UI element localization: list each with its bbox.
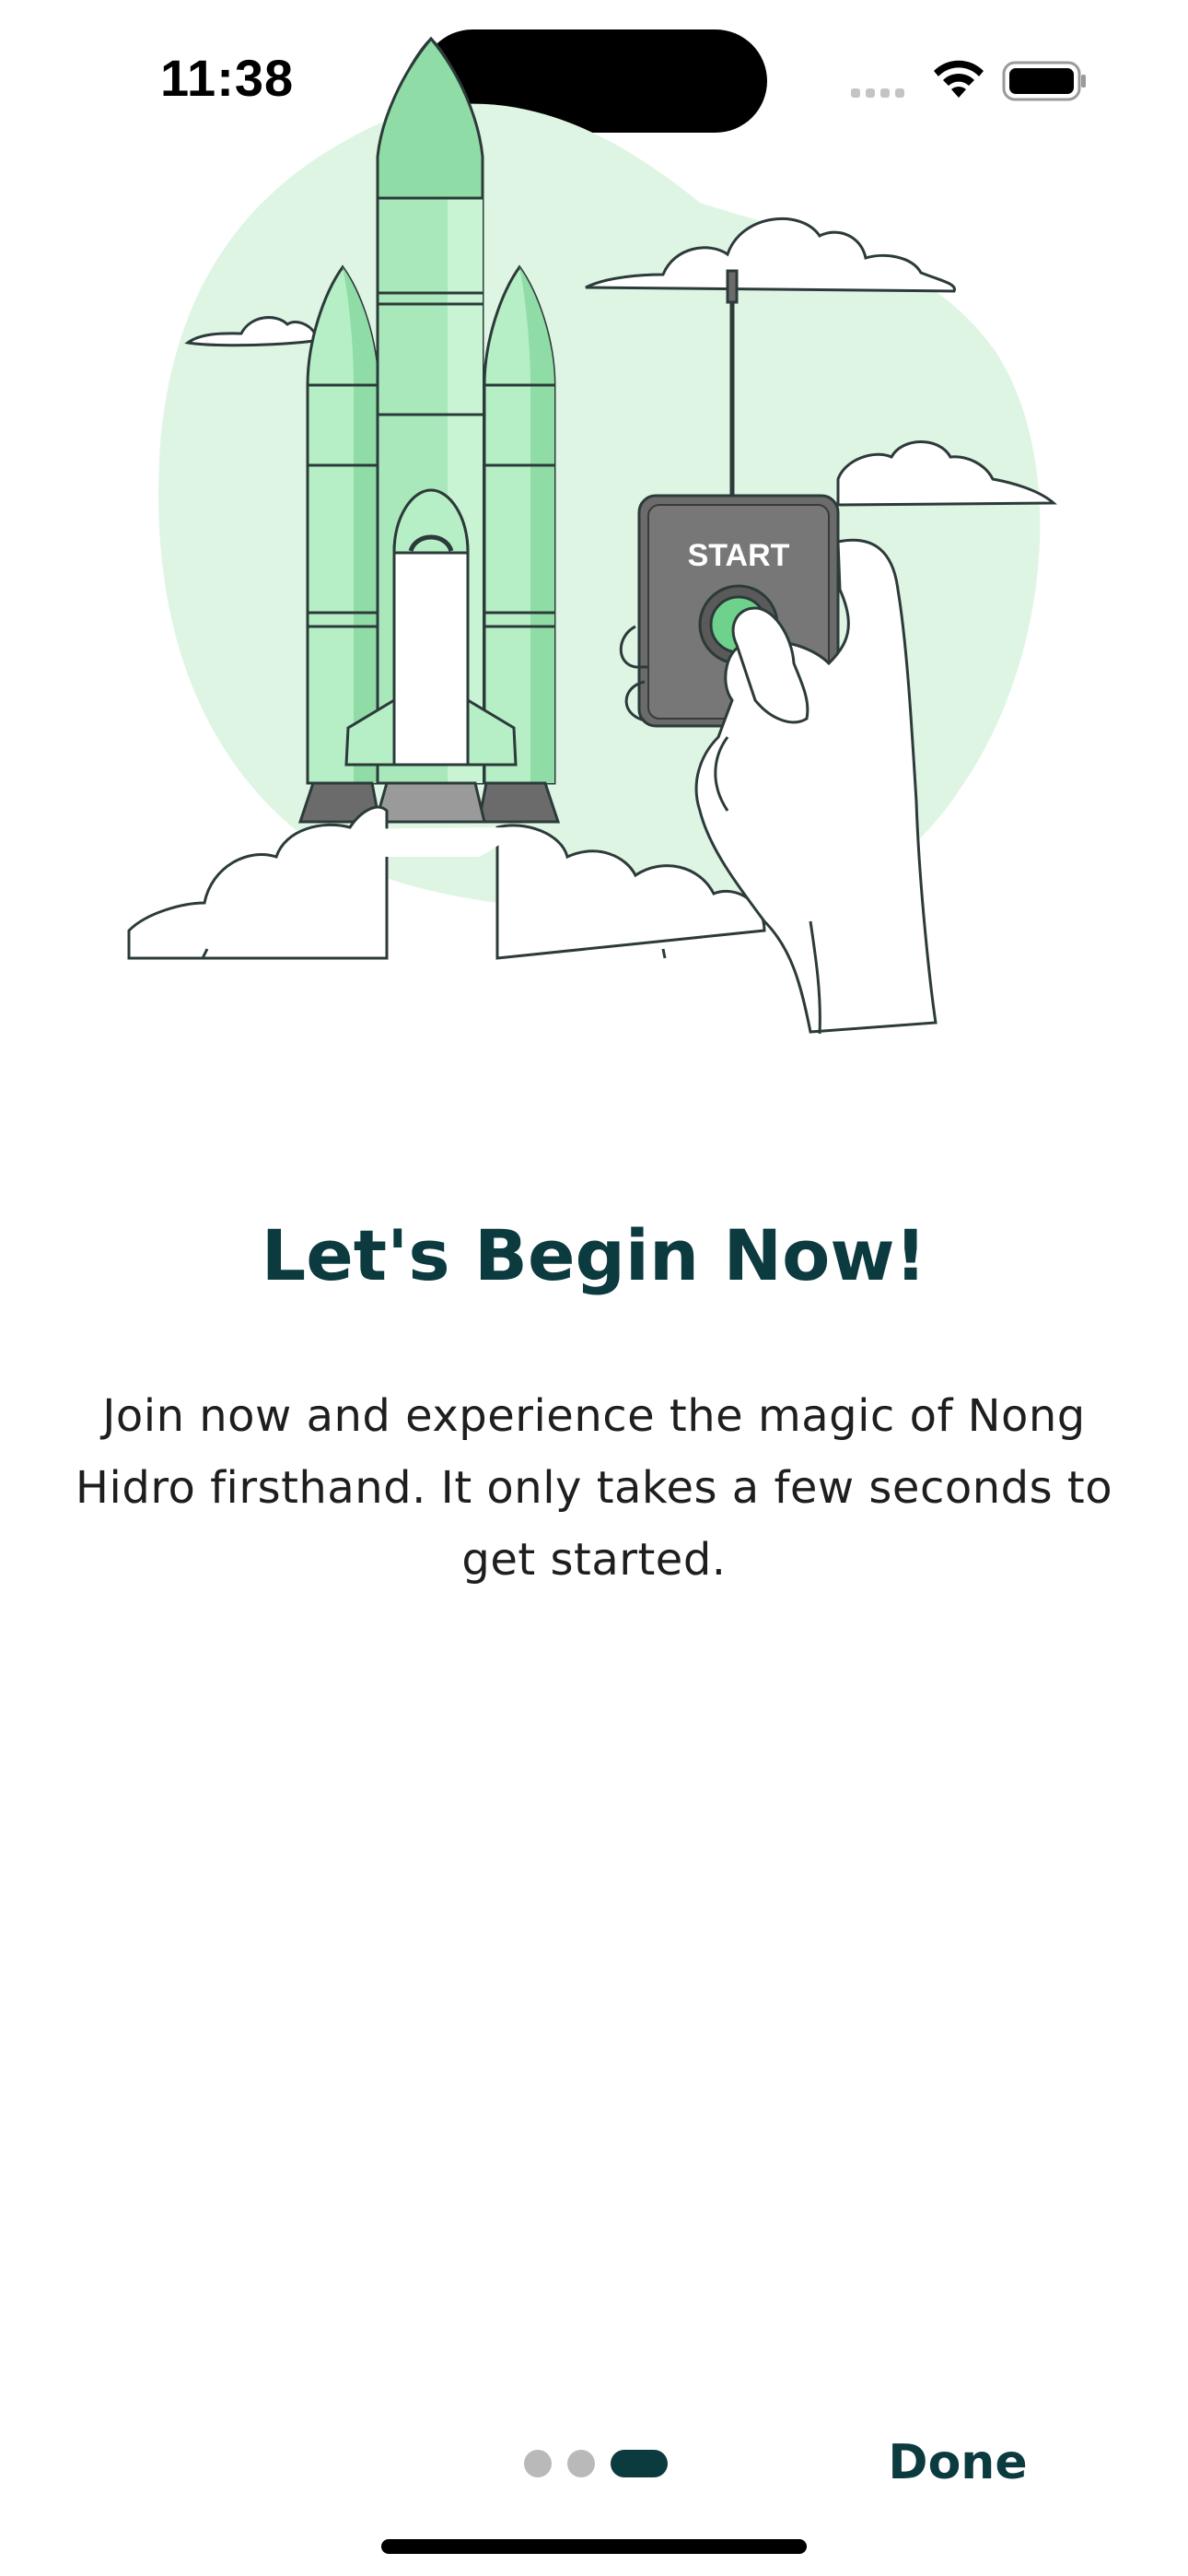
page-dot-1[interactable] [524,2450,552,2477]
page-dot-3-active[interactable] [611,2450,668,2477]
onboarding-title: Let's Begin Now! [261,1214,927,1296]
remote-start-label: START [688,538,790,573]
onboarding-description: Join now and experience the magic of Non… [75,1390,1113,1586]
page-indicator[interactable] [518,2446,675,2479]
rocket-launch-illustration: START [127,36,1057,1035]
page-dot-2[interactable] [567,2450,595,2477]
done-button[interactable]: Done [884,2430,1031,2495]
home-indicator[interactable] [381,2539,807,2554]
